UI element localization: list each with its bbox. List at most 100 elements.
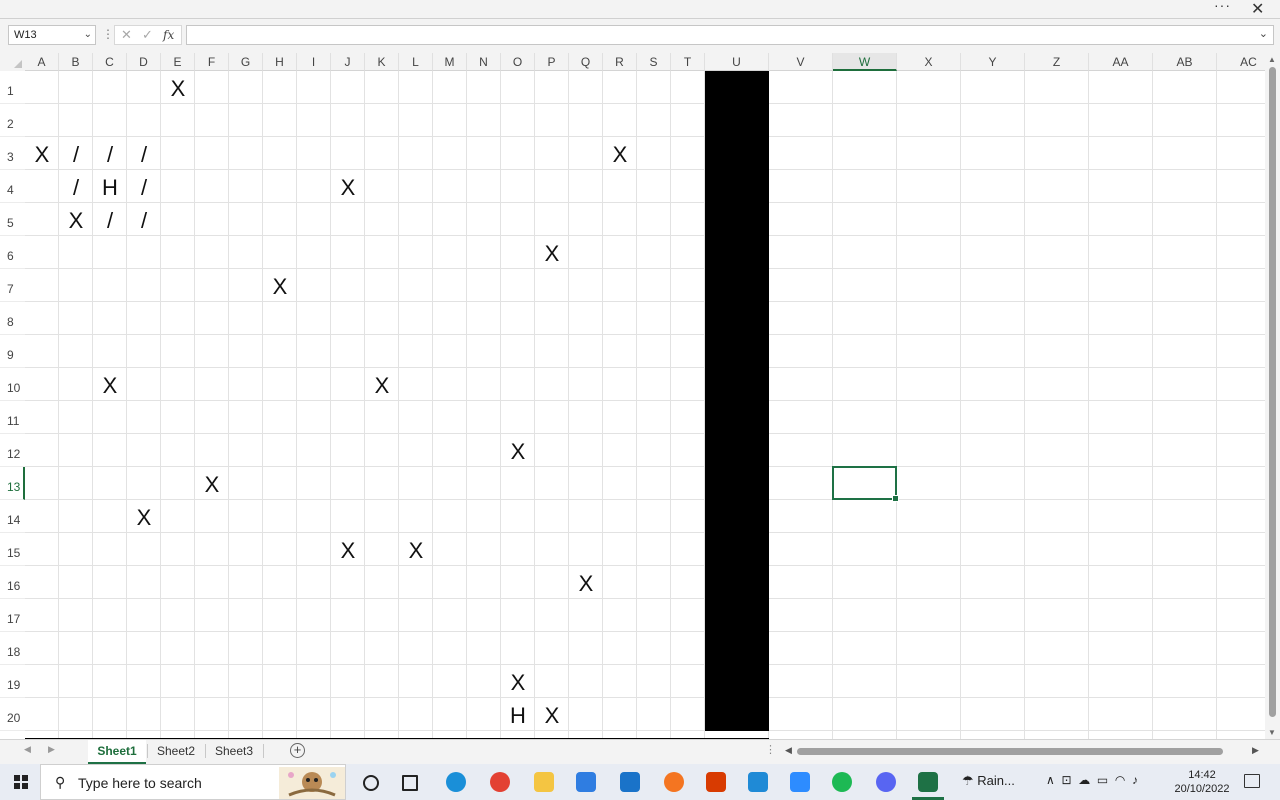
edge-icon[interactable] xyxy=(446,772,466,792)
cell-C10[interactable]: X xyxy=(93,368,127,401)
column-header-H[interactable]: H xyxy=(263,53,297,71)
cell-C5[interactable]: / xyxy=(93,203,127,236)
scroll-up-icon[interactable]: ▲ xyxy=(1268,55,1276,64)
column-header-AB[interactable]: AB xyxy=(1153,53,1217,71)
column-header-V[interactable]: V xyxy=(769,53,833,71)
more-options-icon[interactable]: ··· xyxy=(1214,0,1231,13)
row-header-3[interactable]: 3 xyxy=(0,137,25,170)
discord-icon[interactable] xyxy=(876,772,896,792)
row-header-14[interactable]: 14 xyxy=(0,500,25,533)
row-header-20[interactable]: 20 xyxy=(0,698,25,731)
spotify-icon[interactable] xyxy=(832,772,852,792)
zoom-icon[interactable] xyxy=(790,772,810,792)
row-header-21[interactable]: 21 xyxy=(0,731,25,739)
cell-O19[interactable]: X xyxy=(501,665,535,698)
row-header-1[interactable]: 1 xyxy=(0,71,25,104)
cell-D4[interactable]: / xyxy=(127,170,161,203)
store-icon[interactable] xyxy=(576,772,596,792)
row-header-4[interactable]: 4 xyxy=(0,170,25,203)
row-header-19[interactable]: 19 xyxy=(0,665,25,698)
task-view-icon[interactable] xyxy=(402,775,418,791)
cell-D5[interactable]: / xyxy=(127,203,161,236)
column-header-S[interactable]: S xyxy=(637,53,671,71)
cell-J4[interactable]: X xyxy=(331,170,365,203)
cell-B5[interactable]: X xyxy=(59,203,93,236)
horizontal-scroll-thumb[interactable] xyxy=(797,748,1223,755)
cell-C4[interactable]: H xyxy=(93,170,127,203)
column-header-L[interactable]: L xyxy=(399,53,433,71)
insert-function-icon[interactable]: fx xyxy=(163,28,174,42)
cell-H7[interactable]: X xyxy=(263,269,297,302)
column-header-Y[interactable]: Y xyxy=(961,53,1025,71)
column-header-J[interactable]: J xyxy=(331,53,365,71)
cell-B3[interactable]: / xyxy=(59,137,93,170)
next-sheet-icon[interactable]: ▶ xyxy=(48,744,55,755)
scroll-right-icon[interactable]: ▶ xyxy=(1252,745,1259,756)
system-tray[interactable]: ∧ ⊡ ☁ ▭ ◠ ♪ xyxy=(1046,773,1138,787)
volume-icon[interactable]: ♪ xyxy=(1132,773,1138,787)
office-icon[interactable] xyxy=(706,772,726,792)
column-header-N[interactable]: N xyxy=(467,53,501,71)
row-header-9[interactable]: 9 xyxy=(0,335,25,368)
tab-sheet2[interactable]: Sheet2 xyxy=(148,740,204,762)
excel-icon[interactable] xyxy=(918,772,938,792)
spreadsheet-grid[interactable]: A B C D E F G H I J K L M N O P Q R S T U V W X Y Z AA AB AC 1 2 3 4 5 6 7 8… xyxy=(0,53,1265,739)
column-header-P[interactable]: P xyxy=(535,53,569,71)
cancel-icon[interactable]: ✕ xyxy=(121,27,132,43)
row-header-17[interactable]: 17 xyxy=(0,599,25,632)
column-header-K[interactable]: K xyxy=(365,53,399,71)
formula-input[interactable]: ⌄ xyxy=(186,25,1274,45)
cortana-icon[interactable] xyxy=(363,775,379,791)
battery-icon[interactable]: ▭ xyxy=(1097,773,1108,787)
cell-J15[interactable]: X xyxy=(331,533,365,566)
column-header-T[interactable]: T xyxy=(671,53,705,71)
weather-widget[interactable]: ☂ Rain... xyxy=(962,773,1015,789)
cell-Q16[interactable]: X xyxy=(569,566,603,599)
cell-D14[interactable]: X xyxy=(127,500,161,533)
cell-C3[interactable]: / xyxy=(93,137,127,170)
meet-now-icon[interactable]: ⊡ xyxy=(1061,773,1071,787)
cell-D3[interactable]: / xyxy=(127,137,161,170)
enter-icon[interactable]: ✓ xyxy=(142,27,153,43)
row-header-7[interactable]: 7 xyxy=(0,269,25,302)
scroll-down-icon[interactable]: ▼ xyxy=(1268,728,1276,737)
calculator-icon[interactable] xyxy=(748,772,768,792)
column-header-R[interactable]: R xyxy=(603,53,637,71)
file-explorer-icon[interactable] xyxy=(534,772,554,792)
select-all-corner[interactable] xyxy=(0,53,25,72)
mail-icon[interactable] xyxy=(620,772,640,792)
cell-B4[interactable]: / xyxy=(59,170,93,203)
column-header-D[interactable]: D xyxy=(127,53,161,71)
column-header-F[interactable]: F xyxy=(195,53,229,71)
vertical-scrollbar[interactable]: ▲ ▼ xyxy=(1265,53,1280,739)
taskbar-search[interactable]: ⚲ Type here to search xyxy=(40,764,346,800)
windows-start-icon[interactable] xyxy=(14,775,28,789)
row-header-6[interactable]: 6 xyxy=(0,236,25,269)
column-header-B[interactable]: B xyxy=(59,53,93,71)
scroll-left-icon[interactable]: ◀ xyxy=(785,745,792,756)
row-header-10[interactable]: 10 xyxy=(0,368,25,401)
cell-O20[interactable]: H xyxy=(501,698,535,731)
crunchyroll-icon[interactable] xyxy=(664,772,684,792)
cell-P6[interactable]: X xyxy=(535,236,569,269)
close-icon[interactable]: ✕ xyxy=(1251,0,1264,19)
row-header-12[interactable]: 12 xyxy=(0,434,25,467)
clock[interactable]: 14:42 20/10/2022 xyxy=(1172,768,1232,796)
cell-L15[interactable]: X xyxy=(399,533,433,566)
cell-F13[interactable]: X xyxy=(195,467,229,500)
chrome-icon[interactable] xyxy=(490,772,510,792)
tab-sheet3[interactable]: Sheet3 xyxy=(206,740,262,762)
notifications-icon[interactable] xyxy=(1244,774,1260,788)
onedrive-icon[interactable]: ☁ xyxy=(1078,773,1090,787)
column-header-I[interactable]: I xyxy=(297,53,331,71)
column-header-Z[interactable]: Z xyxy=(1025,53,1089,71)
column-header-M[interactable]: M xyxy=(433,53,467,71)
column-header-O[interactable]: O xyxy=(501,53,535,71)
row-header-2[interactable]: 2 xyxy=(0,104,25,137)
row-header-11[interactable]: 11 xyxy=(0,401,25,434)
add-sheet-icon[interactable]: + xyxy=(290,743,305,758)
tab-sheet1[interactable]: Sheet1 xyxy=(88,740,146,764)
wifi-icon[interactable]: ◠ xyxy=(1115,773,1125,787)
cell-A3[interactable]: X xyxy=(25,137,59,170)
column-header-AA[interactable]: AA xyxy=(1089,53,1153,71)
